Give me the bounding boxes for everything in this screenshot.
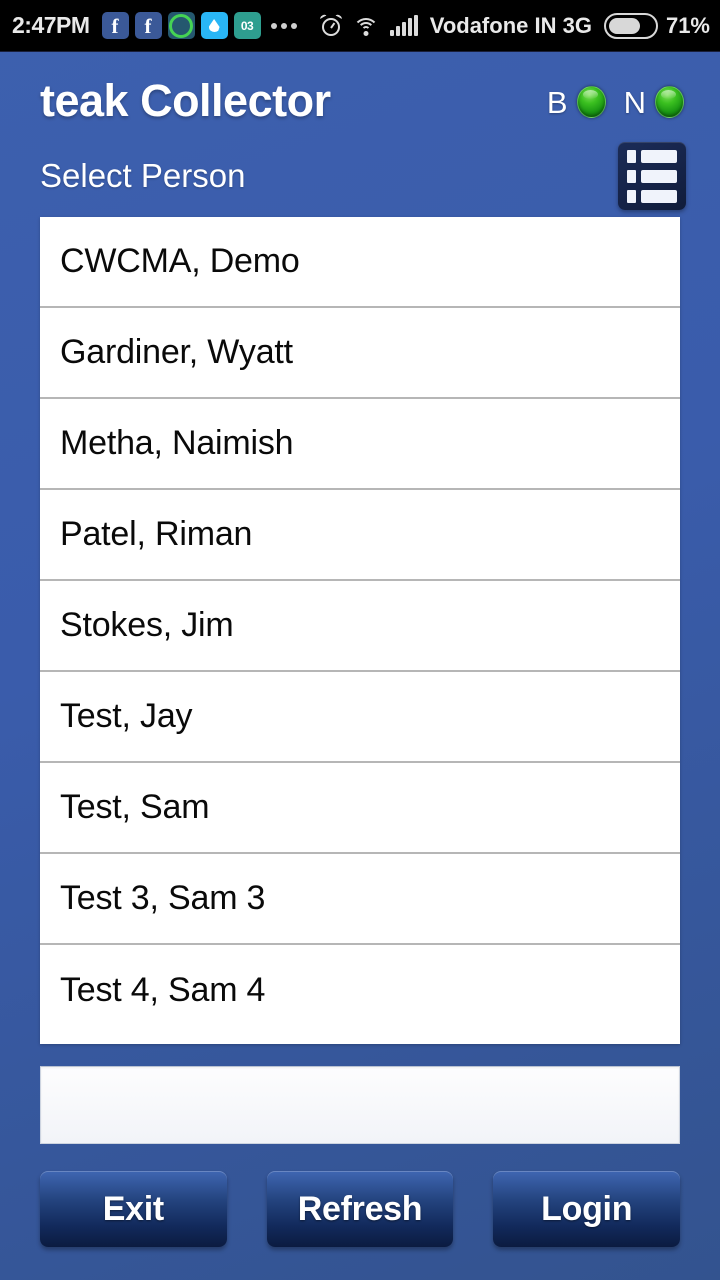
exit-button[interactable]: Exit bbox=[40, 1171, 227, 1247]
battery-percent-label: 71% bbox=[665, 12, 710, 38]
list-item[interactable]: Test 3, Sam 3 bbox=[40, 854, 680, 945]
list-item[interactable]: Test 4, Sam 4 bbox=[40, 945, 680, 1036]
app-title: teak Collector bbox=[40, 75, 331, 126]
list-item[interactable]: Patel, Riman bbox=[40, 490, 680, 581]
list-item[interactable]: CWCMA, Demo bbox=[40, 217, 680, 308]
select-person-label: Select Person bbox=[40, 157, 246, 194]
list-item-label: Test, Jay bbox=[60, 697, 193, 735]
wifi-icon bbox=[352, 16, 379, 36]
list-menu-icon[interactable] bbox=[618, 142, 686, 210]
list-item-label: Gardiner, Wyatt bbox=[60, 333, 293, 371]
list-item-label: Test 3, Sam 3 bbox=[60, 879, 266, 917]
list-item-label: Test 4, Sam 4 bbox=[60, 971, 266, 1009]
carrier-label: Vodafone IN 3G bbox=[429, 12, 592, 38]
list-item[interactable]: Test, Sam bbox=[40, 763, 680, 854]
indicator-b-label: B bbox=[546, 84, 568, 120]
search-input[interactable] bbox=[40, 1066, 680, 1144]
indicator-n[interactable]: N bbox=[624, 86, 684, 118]
button-bar: Exit Refresh Login bbox=[0, 1144, 720, 1280]
status-led-icon bbox=[576, 86, 606, 118]
list-item[interactable]: Metha, Naimish bbox=[40, 399, 680, 490]
app-screen: 2:47PM 03 Vodafone IN bbox=[0, 0, 720, 1280]
list-item[interactable]: Test, Jay bbox=[40, 672, 680, 763]
status-time: 2:47PM bbox=[12, 12, 90, 38]
list-item-label: Patel, Riman bbox=[60, 515, 253, 553]
list-item-label: CWCMA, Demo bbox=[60, 242, 300, 280]
notification-icons: 03 bbox=[101, 12, 261, 39]
input-field-container bbox=[0, 1044, 720, 1144]
indicator-b[interactable]: B bbox=[547, 86, 606, 118]
login-button[interactable]: Login bbox=[493, 1171, 681, 1247]
refresh-button[interactable]: Refresh bbox=[266, 1171, 454, 1247]
signal-bars-icon bbox=[389, 14, 418, 36]
status-bar: 2:47PM 03 Vodafone IN bbox=[0, 0, 720, 52]
indicator-n-label: N bbox=[623, 84, 646, 120]
list-item[interactable]: Stokes, Jim bbox=[40, 581, 680, 672]
list-item-label: Stokes, Jim bbox=[60, 606, 234, 644]
alarm-icon bbox=[319, 13, 343, 37]
app-header: teak Collector B N bbox=[0, 52, 720, 131]
status-led-icon bbox=[655, 86, 684, 118]
select-person-row: Select Person bbox=[0, 131, 720, 217]
overflow-dots-icon bbox=[270, 22, 297, 29]
list-item-label: Metha, Naimish bbox=[60, 424, 294, 462]
list-item[interactable]: Gardiner, Wyatt bbox=[40, 308, 680, 399]
calendar-icon: 03 bbox=[233, 12, 261, 39]
whatsapp-icon bbox=[167, 12, 195, 39]
water-drop-icon bbox=[200, 12, 228, 39]
battery-icon bbox=[603, 12, 658, 39]
list-item-label: Test, Sam bbox=[60, 788, 210, 826]
facebook-icon bbox=[134, 12, 162, 39]
facebook-icon bbox=[101, 12, 129, 39]
header-status-indicators: B N bbox=[547, 78, 684, 118]
person-list[interactable]: CWCMA, Demo Gardiner, Wyatt Metha, Naimish… bbox=[40, 217, 680, 1044]
